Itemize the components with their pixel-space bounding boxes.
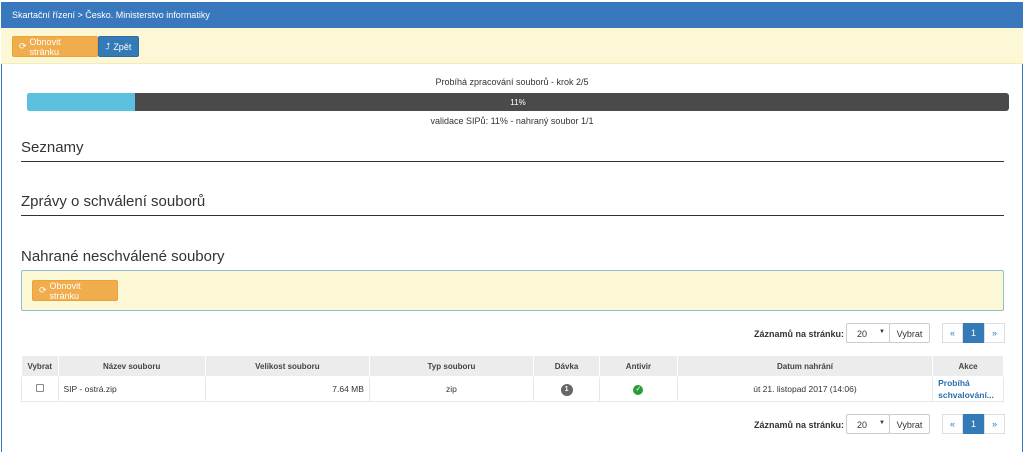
panel-refresh-button[interactable]: ⟳ Obnovit stránku: [32, 280, 118, 301]
refresh-icon: ⟳: [19, 41, 27, 51]
section-approval-messages-title: Zprávy o schválení souborů: [21, 193, 1004, 216]
file-type-cell: zip: [368, 376, 535, 402]
page-prev-bottom[interactable]: «: [942, 414, 963, 434]
table-row: SIP - ostrá.zip 7.64 MB zip 1 ✓ út 21. l…: [21, 376, 1004, 402]
column-header[interactable]: Datum nahrání: [676, 355, 934, 377]
per-page-value: 20: [857, 420, 868, 430]
action-cell: Probíhá schvalování...: [932, 376, 1004, 402]
toolbar: ⟳ Obnovit stránku ⮥ Zpět: [1, 28, 1023, 64]
antivirus-cell: ✓: [599, 376, 678, 402]
chevron-down-icon: ▼: [879, 420, 885, 426]
row-select-cell: [21, 376, 59, 402]
select-button-top[interactable]: Vybrat: [889, 323, 930, 343]
column-header[interactable]: Velikost souboru: [204, 355, 370, 377]
refresh-page-label: Obnovit stránku: [29, 36, 61, 57]
column-header[interactable]: Typ souboru: [368, 355, 535, 377]
panel-refresh-label: Obnovit stránku: [49, 280, 81, 301]
check-circle-icon: ✓: [633, 385, 644, 395]
unapproved-files-panel: ⟳ Obnovit stránku: [21, 270, 1004, 311]
progress-percent-label: 11%: [510, 98, 526, 107]
chevron-down-icon: ▼: [879, 329, 885, 335]
column-header: Vybrat: [21, 355, 59, 377]
column-header: Akce: [932, 355, 1004, 377]
back-label: Zpět: [113, 41, 132, 52]
per-page-label: Záznamů na stránku:: [753, 329, 844, 339]
breadcrumb[interactable]: Skartační řízení > Česko. Ministerstvo i…: [12, 10, 210, 20]
section-unapproved-files-title: Nahrané neschválené soubory: [21, 248, 225, 265]
back-button[interactable]: ⮥ Zpět: [98, 36, 139, 57]
action-status-line1[interactable]: Probíhá: [938, 377, 998, 389]
per-page-select-bottom[interactable]: 20 ▼: [846, 414, 890, 434]
per-page-select-top[interactable]: 20 ▼: [846, 323, 890, 343]
upload-date-cell: út 21. listopad 2017 (14:06): [676, 376, 934, 402]
file-size-cell: 7.64 MB: [204, 376, 370, 402]
per-page-label: Záznamů na stránku:: [753, 420, 844, 430]
refresh-page-button[interactable]: ⟳ Obnovit stránku: [12, 36, 98, 57]
page-next-bottom[interactable]: »: [984, 414, 1005, 434]
progress-step-text: Probíhá zpracování souborů - krok 2/5: [435, 77, 589, 87]
table-header-row: Vybrat Název souboru Velikost souboru Ty…: [21, 355, 1004, 377]
section-lists-title: Seznamy: [21, 139, 1004, 162]
action-status-line2[interactable]: schvalování...: [938, 389, 998, 401]
back-arrow-icon: ⮥: [105, 41, 111, 51]
per-page-label-top: Záznamů na stránku:: [700, 323, 844, 343]
refresh-icon: ⟳: [39, 285, 47, 295]
per-page-label-bottom: Záznamů na stránku:: [700, 414, 844, 434]
top-header: Skartační řízení > Česko. Ministerstvo i…: [1, 2, 1023, 28]
batch-badge: 1: [560, 383, 573, 396]
column-header[interactable]: Název souboru: [57, 355, 206, 377]
column-header[interactable]: Antivir: [599, 355, 678, 377]
progress-bar: 11%: [27, 93, 1009, 111]
per-page-value: 20: [857, 329, 868, 339]
page-next-top[interactable]: »: [984, 323, 1005, 343]
column-header[interactable]: Dávka: [532, 355, 601, 377]
files-table: Vybrat Název souboru Velikost souboru Ty…: [21, 355, 1004, 402]
page-prev-top[interactable]: «: [942, 323, 963, 343]
page-current-top[interactable]: 1: [963, 323, 984, 343]
file-name-cell: SIP - ostrá.zip: [57, 376, 206, 402]
progress-note: validace SIPů: 11% - nahraný soubor 1/1: [430, 116, 594, 126]
page-current-bottom[interactable]: 1: [963, 414, 984, 434]
select-button-bottom[interactable]: Vybrat: [889, 414, 930, 434]
row-checkbox[interactable]: [35, 384, 44, 392]
batch-cell: 1: [532, 376, 601, 402]
